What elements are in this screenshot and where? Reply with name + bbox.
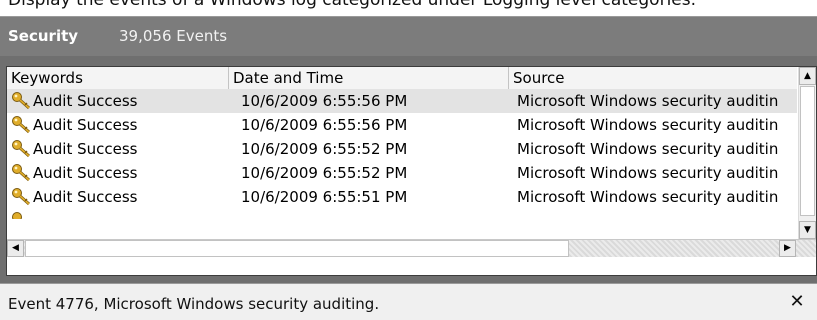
arrow-left-icon[interactable]: ◀ (7, 240, 24, 257)
row-keywords: Audit Success (33, 140, 138, 158)
event-row[interactable]: Audit Success 10/6/2009 6:55:56 PM Micro… (7, 113, 797, 137)
event-detail-title: Event 4776, Microsoft Windows security a… (8, 295, 380, 313)
caption-text: Display the events of a Windows log cate… (8, 0, 697, 10)
row-source: Microsoft Windows security auditing. (517, 116, 779, 134)
vertical-scroll-thumb[interactable] (800, 86, 815, 216)
row-keywords: Audit Success (33, 116, 138, 134)
events-panel: Keywords Date and Time Source Audit Succ… (0, 56, 817, 283)
arrow-down-icon[interactable]: ▼ (799, 221, 816, 239)
event-detail-bar: Event 4776, Microsoft Windows security a… (0, 283, 817, 320)
row-date-time: 10/6/2009 6:55:52 PM (241, 140, 408, 158)
row-source: Microsoft Windows security auditing. (517, 164, 779, 182)
row-date-time: 10/6/2009 6:55:56 PM (241, 92, 408, 110)
row-keywords: Audit Success (33, 188, 138, 206)
log-title: Security (8, 27, 79, 45)
close-icon[interactable]: ✕ (786, 290, 808, 314)
event-row[interactable]: Audit Success 10/6/2009 6:55:52 PM Micro… (7, 137, 797, 161)
log-header: Security 39,056 Events (0, 16, 817, 56)
key-icon (11, 163, 33, 183)
column-header-row: Keywords Date and Time Source (7, 67, 797, 90)
row-source: Microsoft Windows security auditing. (517, 140, 779, 158)
row-source: Microsoft Windows security auditing. (517, 92, 779, 110)
event-row[interactable]: Audit Success 10/6/2009 6:55:52 PM Micro… (7, 161, 797, 185)
row-source: Microsoft Windows security auditing. (517, 188, 779, 206)
row-date-time: 10/6/2009 6:55:51 PM (241, 188, 408, 206)
key-icon (11, 187, 33, 207)
event-count: 39,056 Events (119, 27, 228, 45)
key-icon (11, 115, 33, 135)
vertical-scrollbar[interactable]: ▲ ▼ (798, 67, 816, 239)
horizontal-scroll-thumb[interactable] (25, 240, 569, 257)
events-grid: Keywords Date and Time Source Audit Succ… (6, 66, 817, 276)
event-row[interactable]: Audit Success 10/6/2009 6:55:56 PM Micro… (7, 89, 797, 113)
event-row[interactable]: Audit Success 10/6/2009 6:55:51 PM Micro… (7, 185, 797, 209)
column-header-date-time[interactable]: Date and Time (229, 67, 509, 89)
row-date-time: 10/6/2009 6:55:56 PM (241, 116, 408, 134)
column-header-source[interactable]: Source (509, 67, 797, 89)
cropped-caption: Display the events of a Windows log cate… (0, 0, 817, 16)
event-row-partial[interactable] (7, 209, 797, 219)
arrow-right-icon[interactable]: ▶ (779, 240, 796, 257)
key-icon (11, 139, 33, 159)
column-header-keywords[interactable]: Keywords (7, 67, 229, 89)
key-icon (11, 211, 33, 219)
arrow-up-icon[interactable]: ▲ (799, 67, 816, 85)
row-date-time: 10/6/2009 6:55:52 PM (241, 164, 408, 182)
row-keywords: Audit Success (33, 92, 138, 110)
key-icon (11, 91, 33, 111)
row-keywords: Audit Success (33, 164, 138, 182)
horizontal-scrollbar[interactable]: ◀ ▶ (7, 239, 816, 257)
